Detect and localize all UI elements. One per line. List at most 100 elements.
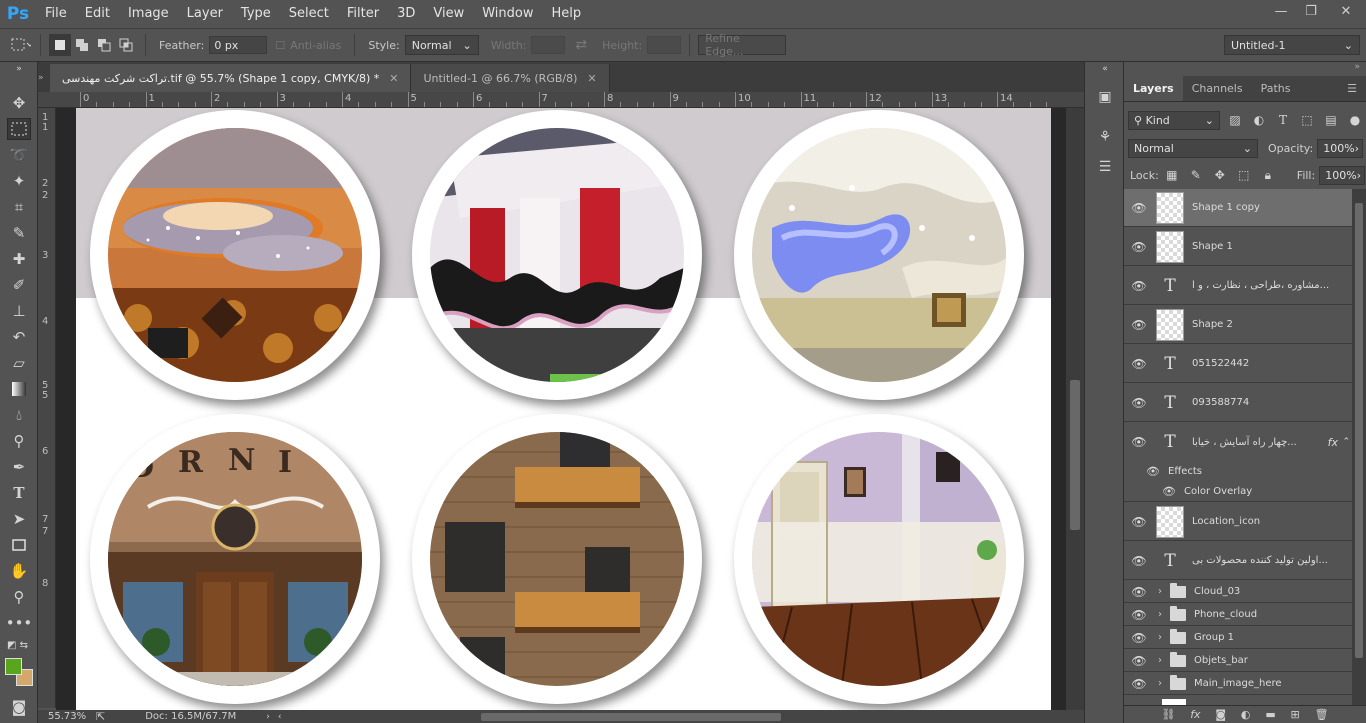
filter-type-icon[interactable]: T [1274, 111, 1292, 129]
layer-row[interactable]: 👁︎ T چهار راه آسایش ، خیابا... fx ⌃ [1124, 423, 1352, 461]
layers-scrollbar[interactable] [1352, 189, 1366, 711]
intersect-selection-button[interactable] [115, 34, 137, 56]
collapse-tabs-icon[interactable]: » [38, 64, 50, 92]
fill-input[interactable]: 100% › [1319, 165, 1366, 185]
layer-row[interactable]: 👁︎ Shape 2 [1124, 306, 1352, 344]
menu-help[interactable]: Help [543, 0, 591, 28]
lasso-tool-icon[interactable]: ➰ [7, 144, 31, 166]
properties-panel-icon[interactable]: ☰ [1094, 156, 1116, 178]
marquee-preset-picker[interactable] [10, 34, 32, 56]
menu-window[interactable]: Window [473, 0, 542, 28]
scrollbar-thumb[interactable] [1355, 203, 1363, 658]
subtract-selection-button[interactable] [93, 34, 115, 56]
menu-image[interactable]: Image [119, 0, 178, 28]
scrollbar-thumb[interactable] [1070, 380, 1080, 530]
visibility-eye-icon[interactable]: 👁︎ [1124, 318, 1154, 332]
menu-select[interactable]: Select [280, 0, 338, 28]
menu-type[interactable]: Type [232, 0, 280, 28]
tab-channels[interactable]: Channels [1183, 76, 1252, 101]
visibility-eye-icon[interactable]: 👁︎ [1124, 554, 1154, 568]
blur-tool-icon[interactable]: 💧︎ [7, 404, 31, 426]
visibility-eye-icon[interactable]: 👁︎ [1124, 240, 1154, 254]
tab-untitled-1[interactable]: Untitled-1 @ 66.7% (RGB/8) ✕ [411, 64, 610, 92]
layer-effects-icon[interactable]: fx [1328, 436, 1338, 449]
tab-tarakt-document[interactable]: تراکت شرکت مهندسی.tif @ 55.7% (Shape 1 c… [50, 64, 412, 92]
visibility-eye-icon[interactable]: 👁︎ [1124, 201, 1154, 215]
canvas-vertical-scrollbar[interactable] [1066, 108, 1084, 710]
quick-mask-icon[interactable]: ◙ [7, 696, 31, 718]
filter-toggle-icon[interactable]: ● [1346, 111, 1364, 129]
group-row[interactable]: 👁︎ › Objets_bar [1124, 650, 1352, 672]
width-input[interactable] [531, 36, 566, 54]
chevron-right-icon[interactable]: › [1154, 609, 1166, 620]
restore-button[interactable]: ❐ [1296, 0, 1326, 22]
filter-kind-select[interactable]: ⚲ Kind ⌄ [1128, 110, 1220, 130]
visibility-eye-icon[interactable]: 👁︎ [1138, 465, 1168, 478]
visibility-eye-icon[interactable]: 👁︎ [1124, 654, 1154, 668]
menu-layer[interactable]: Layer [178, 0, 232, 28]
refine-edge-button[interactable]: Refine Edge... [698, 32, 787, 58]
group-row[interactable]: 👁︎ › Cloud_03 [1124, 581, 1352, 603]
collapse-dock-icon[interactable]: « [1094, 64, 1116, 74]
path-selection-tool-icon[interactable]: ➤ [7, 508, 31, 530]
layer-row[interactable]: 👁︎ T مشاوره ،طراحی ، نظارت ، و ا... [1124, 267, 1352, 305]
layer-row[interactable]: 👁︎ Location_icon [1124, 503, 1352, 541]
hand-tool-icon[interactable]: ✋ [7, 560, 31, 582]
filter-shape-icon[interactable]: ⬚ [1298, 111, 1316, 129]
chevron-right-icon[interactable]: › [1154, 678, 1166, 689]
brush-tool-icon[interactable]: ✐ [7, 274, 31, 296]
lock-all-icon[interactable]: 🔒︎ [1259, 166, 1277, 184]
history-brush-tool-icon[interactable]: ↶ [7, 326, 31, 348]
horizontal-scrollbar-thumb[interactable] [481, 712, 782, 721]
foreground-color-swatch[interactable] [5, 658, 22, 675]
layer-row[interactable]: 👁︎ T 051522442 [1124, 345, 1352, 383]
share-icon[interactable]: ⇱ [96, 710, 105, 723]
minimize-button[interactable]: — [1266, 0, 1296, 22]
swap-dimensions-icon[interactable]: ⇄ [575, 37, 587, 53]
effects-row[interactable]: 👁︎ Effects [1124, 461, 1352, 481]
filter-smart-object-icon[interactable]: ▤ [1322, 111, 1340, 129]
add-selection-button[interactable] [71, 34, 93, 56]
layer-row[interactable]: 👁︎ T 093588774 [1124, 384, 1352, 422]
lock-artboard-icon[interactable]: ⬚ [1235, 166, 1253, 184]
lock-transparent-icon[interactable]: ▦ [1163, 166, 1181, 184]
visibility-eye-icon[interactable]: 👁︎ [1124, 279, 1154, 293]
collapse-toolbar-icon[interactable]: » [7, 64, 31, 74]
history-panel-icon[interactable]: ▣ [1094, 86, 1116, 108]
antialias-checkbox-icon[interactable]: ☐ [275, 39, 285, 52]
lock-position-icon[interactable]: ✥ [1211, 166, 1229, 184]
layer-row[interactable]: 👁︎ Shape 1 [1124, 228, 1352, 266]
eyedropper-tool-icon[interactable]: ✎ [7, 222, 31, 244]
group-row[interactable]: 👁︎ › Main_image_here [1124, 673, 1352, 695]
add-style-icon[interactable]: fx [1190, 708, 1200, 721]
collapse-panel-icon[interactable]: » [1354, 62, 1360, 72]
panel-menu-icon[interactable]: ☰ [1338, 76, 1366, 101]
new-group-icon[interactable]: ▬ [1265, 708, 1275, 721]
visibility-eye-icon[interactable]: 👁︎ [1124, 631, 1154, 645]
clone-stamp-tool-icon[interactable]: ⊥ [7, 300, 31, 322]
tab-layers[interactable]: Layers [1124, 76, 1183, 101]
group-row[interactable]: 👁︎ › Group 1 [1124, 627, 1352, 649]
dodge-tool-icon[interactable]: ⚲ [7, 430, 31, 452]
eraser-tool-icon[interactable]: ▱ [7, 352, 31, 374]
chevron-right-icon[interactable]: › [1154, 632, 1166, 643]
blend-mode-select[interactable]: Normal ⌄ [1128, 138, 1258, 158]
adjustment-layer-icon[interactable]: ◐ [1241, 708, 1251, 721]
healing-brush-tool-icon[interactable]: ✚ [7, 248, 31, 270]
close-button[interactable]: ✕ [1326, 0, 1366, 22]
visibility-eye-icon[interactable]: 👁︎ [1124, 585, 1154, 599]
zoom-level[interactable]: 55.73% [48, 711, 88, 722]
visibility-eye-icon[interactable]: 👁︎ [1124, 677, 1154, 691]
visibility-eye-icon[interactable]: 👁︎ [1124, 515, 1154, 529]
link-layers-icon[interactable]: ⛓ [1161, 708, 1175, 721]
visibility-eye-icon[interactable]: 👁︎ [1124, 435, 1154, 449]
menu-edit[interactable]: Edit [76, 0, 119, 28]
canvas-area[interactable]: DRNI [56, 108, 1066, 710]
move-tool-icon[interactable]: ✥ [7, 92, 31, 114]
opacity-input[interactable]: 100% › [1317, 138, 1364, 158]
lock-image-icon[interactable]: ✎ [1187, 166, 1205, 184]
zoom-tool-icon[interactable]: ⚲ [7, 586, 31, 608]
default-colors-icon[interactable]: ◩ ⇆ [7, 638, 31, 652]
visibility-eye-icon[interactable]: 👁︎ [1124, 396, 1154, 410]
filter-adjustment-icon[interactable]: ◐ [1250, 111, 1268, 129]
